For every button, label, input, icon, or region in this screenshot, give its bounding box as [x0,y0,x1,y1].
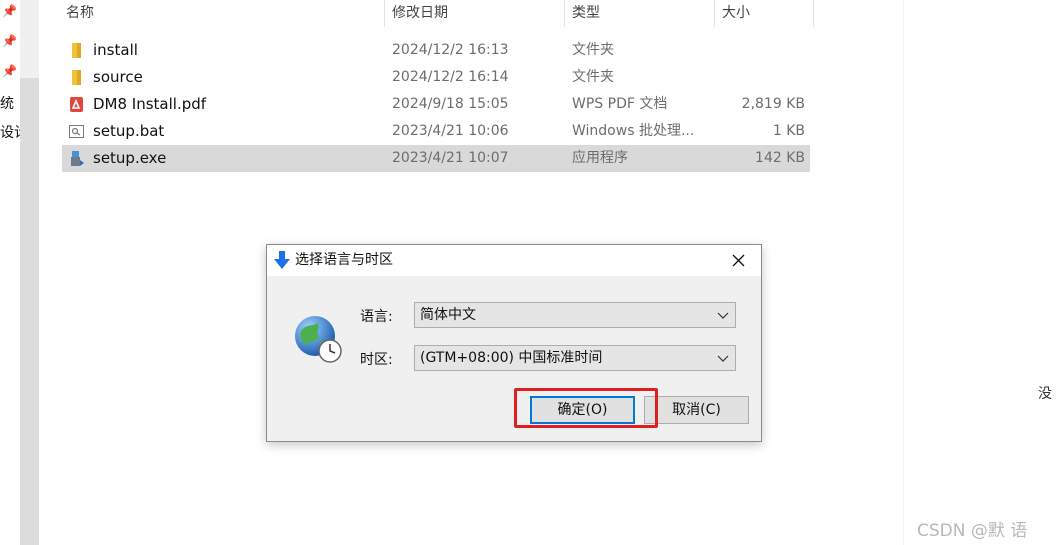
file-name: install [93,41,138,59]
file-size: 142 KB [755,150,805,166]
watermark: CSDN @默 语 [917,521,1028,541]
nav-item-fragment[interactable]: 设计 [0,122,20,142]
language-select[interactable]: 简体中文 [414,302,736,328]
file-row[interactable]: setup.bat 2023/4/21 10:06 Windows 批处理...… [62,118,810,145]
column-header-date[interactable]: 修改日期 [392,0,448,27]
column-divider[interactable] [564,0,565,27]
cancel-button[interactable]: 取消(C) [644,396,749,424]
file-type: 应用程序 [572,150,628,166]
file-name: setup.exe [93,149,167,167]
pin-icon[interactable]: 📌 [2,64,17,78]
pin-icon[interactable]: 📌 [2,34,17,48]
nav-item-fragment[interactable]: 统 [0,93,20,113]
file-date: 2023/4/21 10:07 [392,150,509,166]
chevron-down-icon [717,355,729,362]
column-header-name[interactable]: 名称 [66,0,94,27]
file-row-selected[interactable]: setup.exe 2023/4/21 10:07 应用程序 142 KB [62,145,810,172]
folder-icon [72,70,81,85]
dialog-title: 选择语言与时区 [295,252,393,268]
column-header-type[interactable]: 类型 [572,0,600,27]
file-date: 2024/12/2 16:13 [392,42,509,58]
timezone-label: 时区: [360,352,393,368]
file-type: WPS PDF 文档 [572,96,668,112]
close-icon[interactable] [717,245,761,276]
column-header-size[interactable]: 大小 [722,0,750,27]
file-date: 2024/9/18 15:05 [392,96,509,112]
file-type: 文件夹 [572,69,614,85]
file-row[interactable]: source 2024/12/2 16:14 文件夹 [62,64,810,91]
file-date: 2024/12/2 16:14 [392,69,509,85]
installer-icon [71,151,84,166]
column-divider[interactable] [714,0,715,27]
file-name: DM8 Install.pdf [93,95,207,113]
file-type: Windows 批处理... [572,123,695,139]
file-row[interactable]: install 2024/12/2 16:13 文件夹 [62,37,810,64]
timezone-select-value: (GTM+08:00) 中国标准时间 [420,350,603,366]
column-divider[interactable] [813,0,814,27]
pin-icon[interactable]: 📌 [2,4,17,18]
file-size: 1 KB [772,123,805,139]
dialog-titlebar[interactable]: 选择语言与时区 [267,245,761,276]
navigation-pane: 📌 📌 📌 统 设计 [0,0,20,545]
timezone-select[interactable]: (GTM+08:00) 中国标准时间 [414,345,736,371]
file-name: setup.bat [93,122,165,140]
pdf-icon [70,97,83,112]
details-pane-text-fragment: 没 [1038,386,1052,402]
download-arrow-icon [274,251,290,269]
globe-clock-icon [295,316,342,363]
file-type: 文件夹 [572,42,614,58]
file-size: 2,819 KB [741,96,805,112]
file-name: source [93,68,143,86]
annotation-highlight-box [514,388,658,428]
language-select-value: 简体中文 [420,307,476,323]
file-date: 2023/4/21 10:06 [392,123,509,139]
chevron-down-icon [717,312,729,319]
column-divider[interactable] [384,0,385,27]
navigation-scrollbar-thumb[interactable] [20,78,39,545]
folder-icon [72,43,81,58]
details-pane-divider [903,0,904,545]
file-row[interactable]: DM8 Install.pdf 2024/9/18 15:05 WPS PDF … [62,91,810,118]
language-label: 语言: [360,309,393,325]
batch-file-icon [69,125,84,138]
